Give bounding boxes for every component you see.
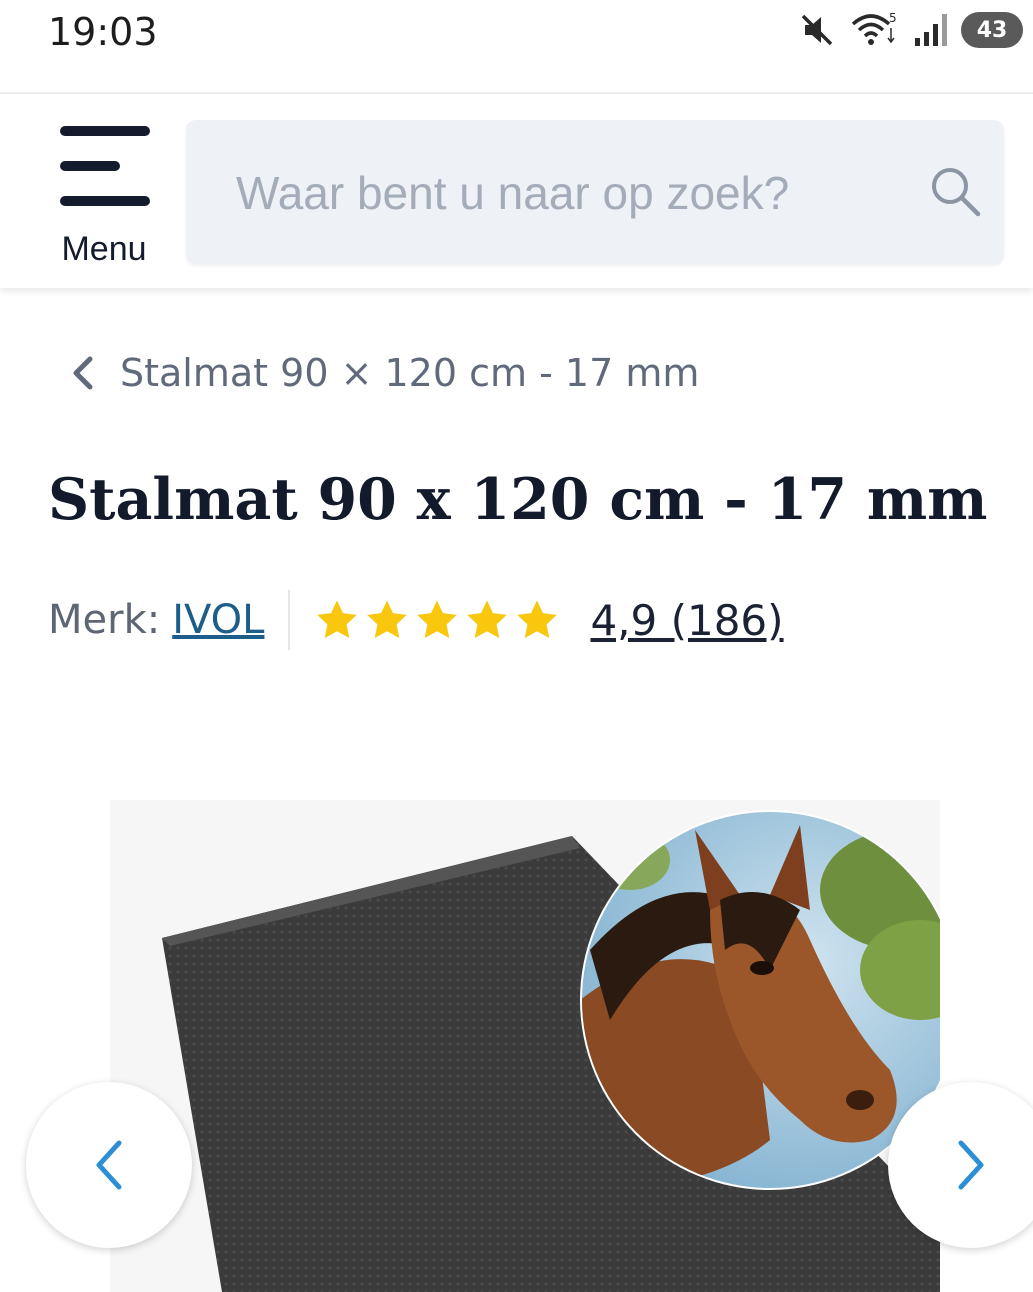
rating-link[interactable]: 4,9 (186) [590,596,783,645]
search-icon[interactable] [926,162,986,222]
chevron-left-icon [73,356,93,390]
site-header: Menu Waar bent u naar op zoek? [0,92,1033,288]
status-time: 19:03 [48,10,158,54]
battery-icon: 43 [961,12,1023,48]
hamburger-icon [60,126,150,206]
page-title: Stalmat 90 x 120 cm - 17 mm [48,466,988,533]
chevron-right-icon [958,1140,984,1190]
wifi-icon: 5 [851,11,897,45]
star-icon [467,600,508,639]
chevron-left-icon [96,1140,122,1190]
status-icons: 5 43 [797,8,1023,52]
product-gallery [0,800,1033,1292]
gallery-prev-button[interactable] [26,1082,192,1248]
svg-text:5: 5 [889,11,897,25]
search-input[interactable]: Waar bent u naar op zoek? [186,120,1004,264]
menu-button[interactable]: Menu [48,118,160,268]
breadcrumb-label: Stalmat 90 × 120 cm - 17 mm [120,351,700,395]
brand-label: Merk: [48,597,161,643]
mute-icon [801,14,833,46]
menu-label: Menu [61,230,147,268]
star-icon [367,600,408,639]
star-icon [517,600,558,639]
product-image[interactable] [110,800,940,1292]
breadcrumb[interactable]: Stalmat 90 × 120 cm - 17 mm [68,348,699,398]
rating-stars [314,597,560,643]
status-bar: 19:03 5 43 [0,0,1033,62]
brand-link[interactable]: IVOL [172,597,264,643]
divider [288,590,291,650]
signal-icon [915,14,947,46]
product-meta: Merk: IVOL 4,9 (186) [48,588,784,652]
star-icon [317,600,358,639]
star-icon [417,600,458,639]
search-placeholder: Waar bent u naar op zoek? [236,167,790,219]
